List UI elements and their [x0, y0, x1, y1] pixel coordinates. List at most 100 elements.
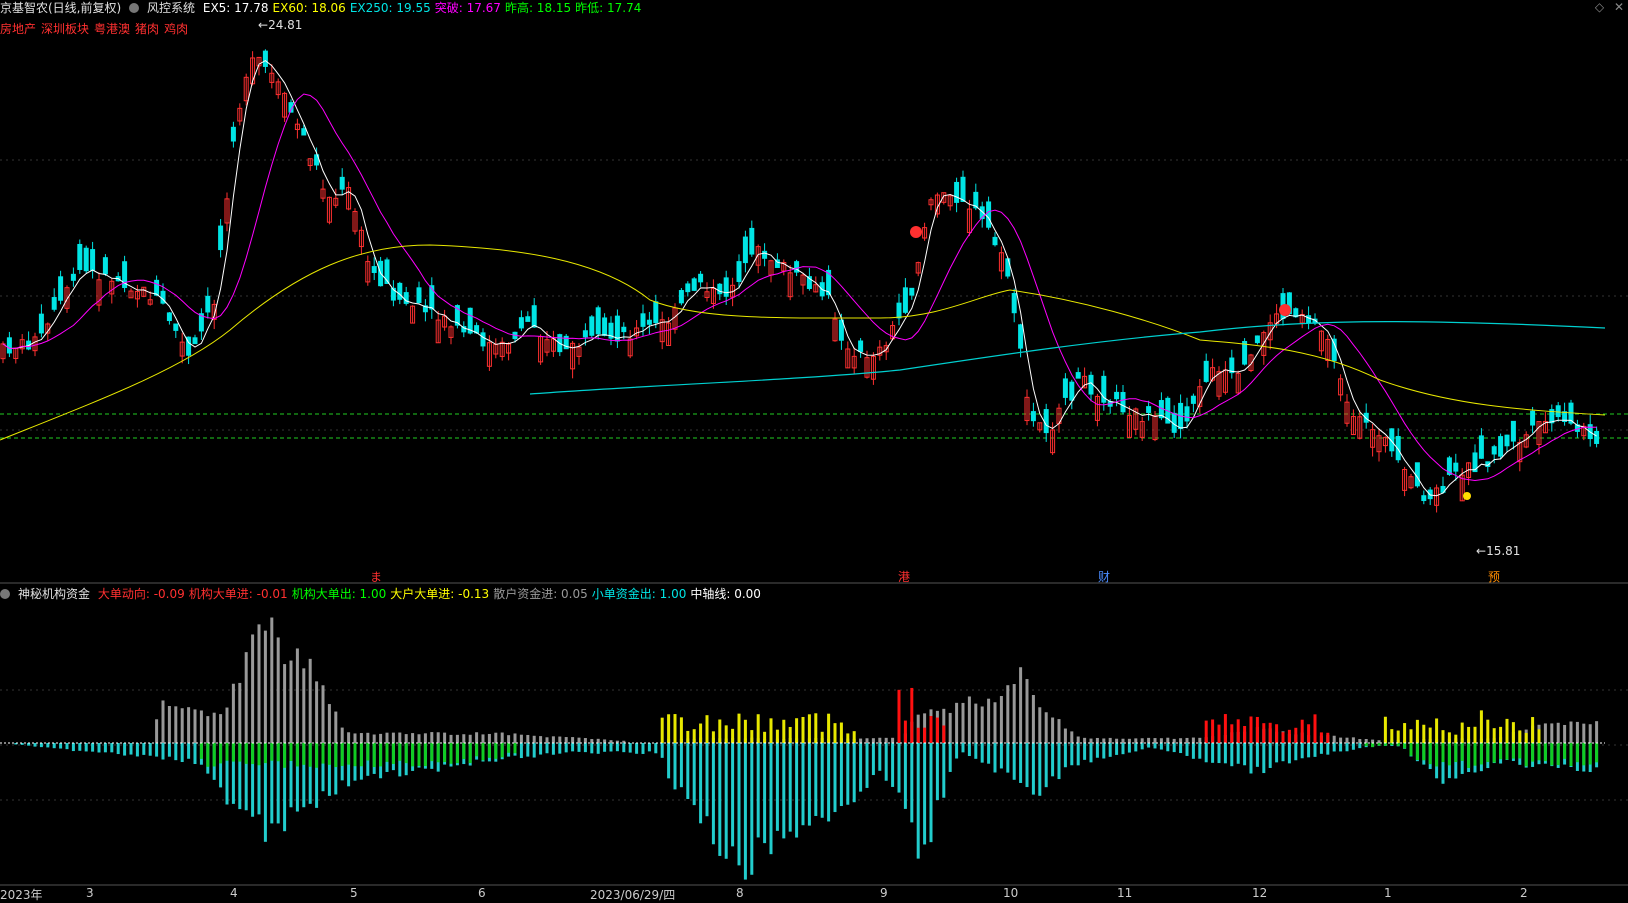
fund-bar-inst-out	[1473, 743, 1477, 766]
fund-bar-retail	[974, 703, 978, 743]
fund-bar-small-out	[788, 743, 792, 832]
fund-bar-inst-in	[1281, 732, 1285, 743]
fund-bar-retail	[955, 702, 959, 743]
fund-bar-small-out	[161, 743, 165, 760]
candle-body	[1075, 372, 1081, 379]
event-marker[interactable]: 港	[898, 568, 910, 585]
fund-bar-small-out	[1115, 743, 1119, 755]
fund-bar-retail	[1179, 738, 1183, 743]
fund-bar-small-out	[558, 743, 562, 754]
fund-bar-small-out	[1223, 743, 1227, 764]
fund-bar-retail	[1076, 736, 1080, 743]
candle-body	[1229, 357, 1235, 374]
fund-bar-inst-out	[1537, 743, 1541, 761]
fund-bar-inst-in	[1217, 724, 1221, 743]
fund-bar-small-out	[1083, 743, 1087, 760]
fund-bar-small-out	[1051, 743, 1055, 777]
fund-bar-small-out	[1038, 743, 1042, 796]
fund-bar-small-out	[750, 743, 754, 875]
fund-bar-big-in	[1428, 727, 1432, 743]
fund-bar-inst-out	[276, 743, 280, 762]
fund-bar-inst-out	[1499, 743, 1503, 760]
fund-bar-inst-in	[942, 725, 946, 743]
fund-bar-retail	[283, 664, 287, 743]
fund-bar-small-out	[647, 743, 651, 752]
fund-bar-retail	[1588, 724, 1592, 743]
fund-bar-inst-out	[212, 743, 216, 767]
fund-bar-retail	[1025, 679, 1029, 743]
candle-body	[986, 201, 992, 228]
fund-bar-retail	[180, 708, 184, 743]
fund-bar-small-out	[903, 743, 907, 809]
event-marker[interactable]: ま	[370, 568, 382, 585]
fund-bar-small-out	[839, 743, 843, 807]
fund-bar-retail	[263, 630, 267, 743]
fund-bar-retail	[1345, 737, 1349, 743]
time-axis-label: 5	[350, 886, 358, 900]
fund-bar-retail	[155, 719, 159, 743]
fund-bar-inst-out	[423, 743, 427, 767]
fund-bar-retail	[238, 682, 242, 743]
fund-bar-small-out	[187, 743, 191, 759]
fund-bar-inst-in	[1326, 732, 1330, 743]
fund-bar-small-out	[1172, 743, 1176, 753]
fund-bar-retail	[475, 732, 479, 743]
fund-bar-retail	[1198, 737, 1202, 743]
time-axis-label: 1	[1384, 886, 1392, 900]
fund-bar-big-in	[667, 714, 671, 743]
kline-chart[interactable]	[0, 0, 1628, 886]
candle-body	[1254, 335, 1260, 344]
fund-bar-retail	[1115, 738, 1119, 743]
candle-body	[6, 337, 12, 354]
fund-bar-inst-out	[199, 743, 203, 759]
fund-bar-big-in	[1390, 729, 1394, 743]
fund-bar-inst-out	[1428, 743, 1432, 765]
candle-body	[646, 319, 652, 325]
fund-bar-retail	[1147, 737, 1151, 743]
fund-bar-retail	[385, 732, 389, 743]
fund-bar-retail	[961, 702, 965, 743]
fund-bar-small-out	[763, 743, 767, 844]
fund-bar-small-out	[1057, 743, 1061, 780]
fund-bar-small-out	[1307, 743, 1311, 758]
fund-bar-inst-out	[443, 743, 447, 763]
fund-bar-small-out	[71, 743, 75, 752]
fund-bar-inst-out	[327, 743, 331, 765]
candle-body	[1030, 411, 1036, 422]
fund-bar-small-out	[641, 743, 645, 754]
fund-bar-big-in	[679, 717, 683, 743]
fund-bar-small-out	[692, 743, 696, 806]
fund-bar-retail	[1153, 738, 1157, 743]
fund-bar-small-out	[46, 743, 50, 748]
fund-bar-big-in	[1396, 730, 1400, 743]
time-axis-label: 6	[478, 886, 486, 900]
fund-bar-inst-out	[347, 743, 351, 765]
fund-bar-small-out	[635, 743, 639, 754]
candle-body	[1510, 420, 1516, 442]
fund-bar-small-out	[167, 743, 171, 757]
indicator-name[interactable]: 神秘机构资金	[18, 587, 90, 601]
fund-bar-retail	[967, 696, 971, 743]
candle-body	[1594, 430, 1600, 444]
indicator-header: 神秘机构资金 大单动向: -0.09 机构大单进: -0.01 机构大单出: 1.0…	[0, 586, 769, 602]
event-marker[interactable]: 预	[1488, 568, 1500, 585]
candle-body	[1478, 435, 1484, 459]
fund-bar-retail	[1031, 695, 1035, 743]
fund-bar-small-out	[1140, 743, 1144, 750]
fund-bar-inst-out	[1460, 743, 1464, 761]
event-marker[interactable]: 财	[1098, 568, 1110, 585]
fund-bar-small-out	[929, 743, 933, 843]
fund-bar-inst-out	[1447, 743, 1451, 766]
fund-bar-retail	[1556, 722, 1560, 743]
fund-bar-inst-out	[507, 743, 511, 753]
fund-bar-big-in	[820, 731, 824, 743]
fund-bar-retail	[948, 712, 952, 743]
indicator-settings-icon[interactable]	[0, 587, 14, 601]
fund-bar-small-out	[1166, 743, 1170, 752]
time-axis-label: 11	[1117, 886, 1133, 900]
fund-bar-inst-out	[206, 743, 210, 767]
fund-bar-small-out	[1358, 743, 1362, 749]
fund-bar-inst-out	[1556, 743, 1560, 766]
fund-bar-small-out	[711, 743, 715, 845]
fund-bar-small-out	[1339, 743, 1343, 752]
